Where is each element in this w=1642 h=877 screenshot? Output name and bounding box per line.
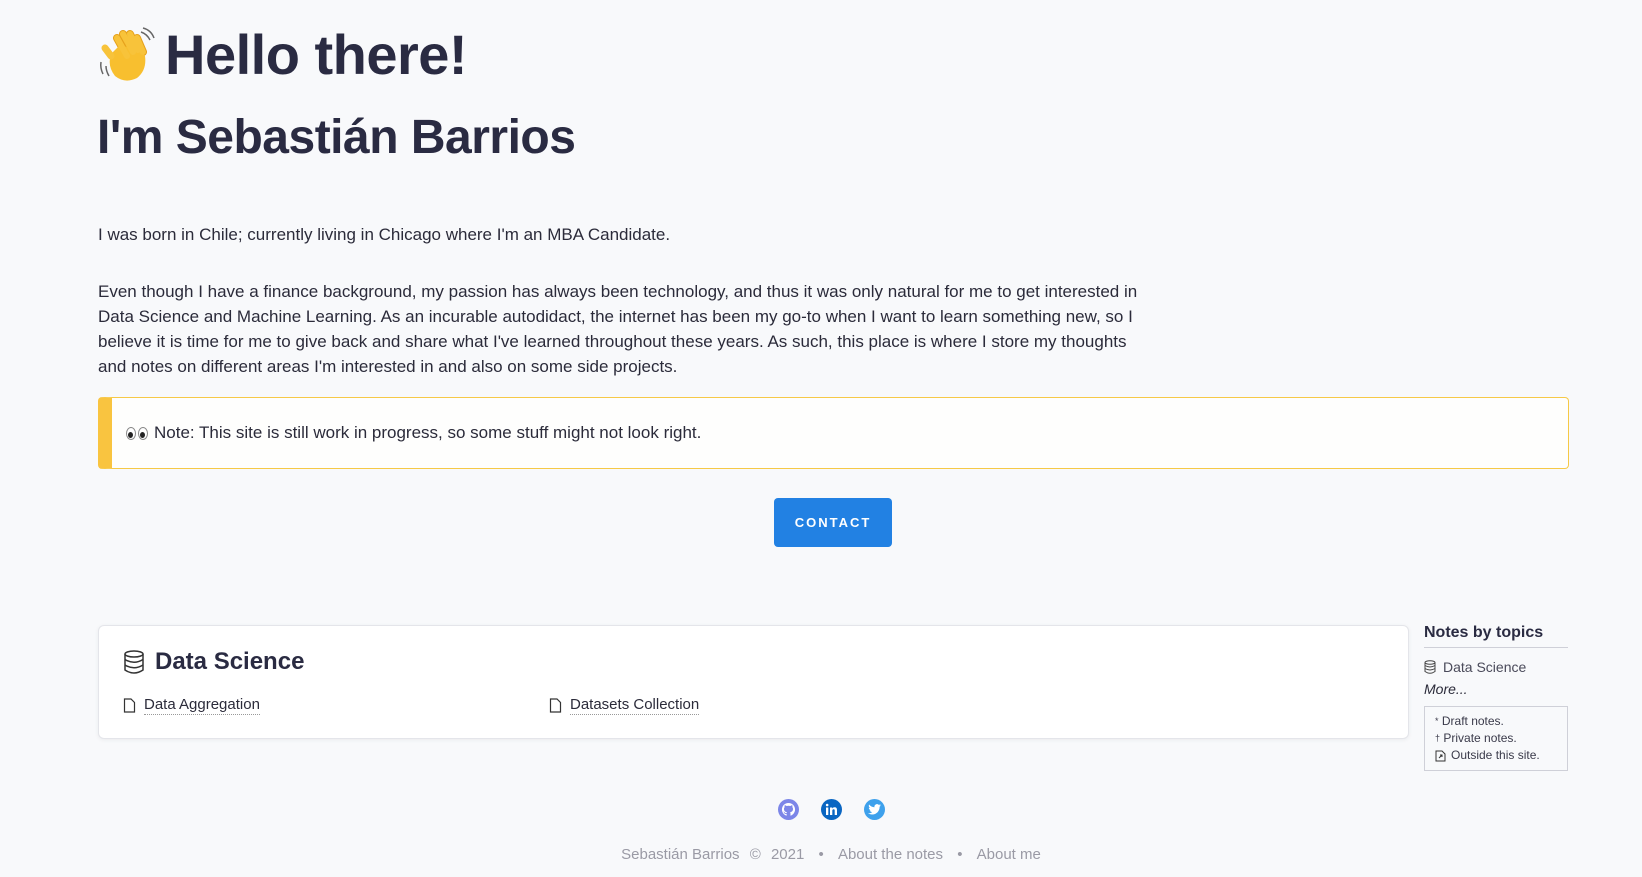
document-icon bbox=[123, 698, 136, 713]
legend-private: † Private notes. bbox=[1435, 731, 1517, 745]
footer-copyright: © bbox=[749, 846, 761, 863]
footer-about-notes-link[interactable]: About the notes bbox=[838, 846, 943, 863]
twitter-icon[interactable] bbox=[864, 799, 885, 820]
database-icon bbox=[1424, 660, 1436, 674]
external-document-icon bbox=[1435, 750, 1446, 761]
linkedin-icon[interactable] bbox=[821, 799, 842, 820]
sidebar-more-link[interactable]: More... bbox=[1424, 681, 1568, 697]
sidebar-item-data-science[interactable]: Data Science bbox=[1424, 659, 1568, 675]
topic-card-header: Data Science bbox=[123, 648, 304, 676]
author-name-heading: I'm Sebastián Barrios bbox=[97, 111, 576, 164]
note-link-data-aggregation[interactable]: Data Aggregation bbox=[123, 696, 260, 715]
footer-separator: • bbox=[818, 846, 824, 863]
social-links bbox=[778, 799, 885, 820]
note-link-label[interactable]: Data Aggregation bbox=[144, 696, 260, 715]
topic-card-title[interactable]: Data Science bbox=[155, 648, 304, 676]
eyes-icon bbox=[126, 426, 148, 440]
page: Hello there! I'm Sebastián Barrios I was… bbox=[0, 0, 1642, 877]
waving-hand-icon bbox=[100, 27, 155, 81]
footer-about-me-link[interactable]: About me bbox=[977, 846, 1041, 863]
contact-button[interactable]: CONTACT bbox=[774, 498, 892, 547]
database-icon bbox=[124, 650, 144, 674]
topic-card-data-science: Data Science Data Aggregation Datasets C… bbox=[98, 625, 1409, 739]
footer-author: Sebastián Barrios bbox=[621, 846, 740, 863]
footer-year: 2021 bbox=[770, 846, 805, 863]
legend-outside: Outside this site. bbox=[1435, 747, 1557, 764]
document-icon bbox=[549, 698, 562, 713]
wip-note-text: Note: This site is still work in progres… bbox=[154, 423, 702, 442]
title-line: Hello there! bbox=[97, 20, 468, 90]
bio-paragraph: Even though I have a finance background,… bbox=[98, 282, 1138, 376]
github-icon[interactable] bbox=[778, 799, 799, 820]
page-title: Hello there! bbox=[165, 23, 468, 86]
legend-draft: * Draft notes. bbox=[1435, 714, 1504, 728]
sidebar-item-label: Data Science bbox=[1443, 659, 1527, 675]
sidebar-title: Notes by topics bbox=[1424, 624, 1568, 648]
note-link-label[interactable]: Datasets Collection bbox=[570, 696, 700, 715]
footer: Sebastián Barrios © 2021 • About the not… bbox=[0, 846, 1642, 863]
note-link-datasets-collection[interactable]: Datasets Collection bbox=[549, 696, 700, 715]
bio-intro: I was born in Chile; currently living in… bbox=[98, 225, 671, 244]
footer-separator: • bbox=[957, 846, 963, 863]
wip-note-callout: Note: This site is still work in progres… bbox=[98, 397, 1569, 469]
notes-legend: * Draft notes. † Private notes. Outside … bbox=[1424, 706, 1568, 771]
notes-by-topics-sidebar: Notes by topics Data Science More... * D… bbox=[1424, 624, 1568, 771]
